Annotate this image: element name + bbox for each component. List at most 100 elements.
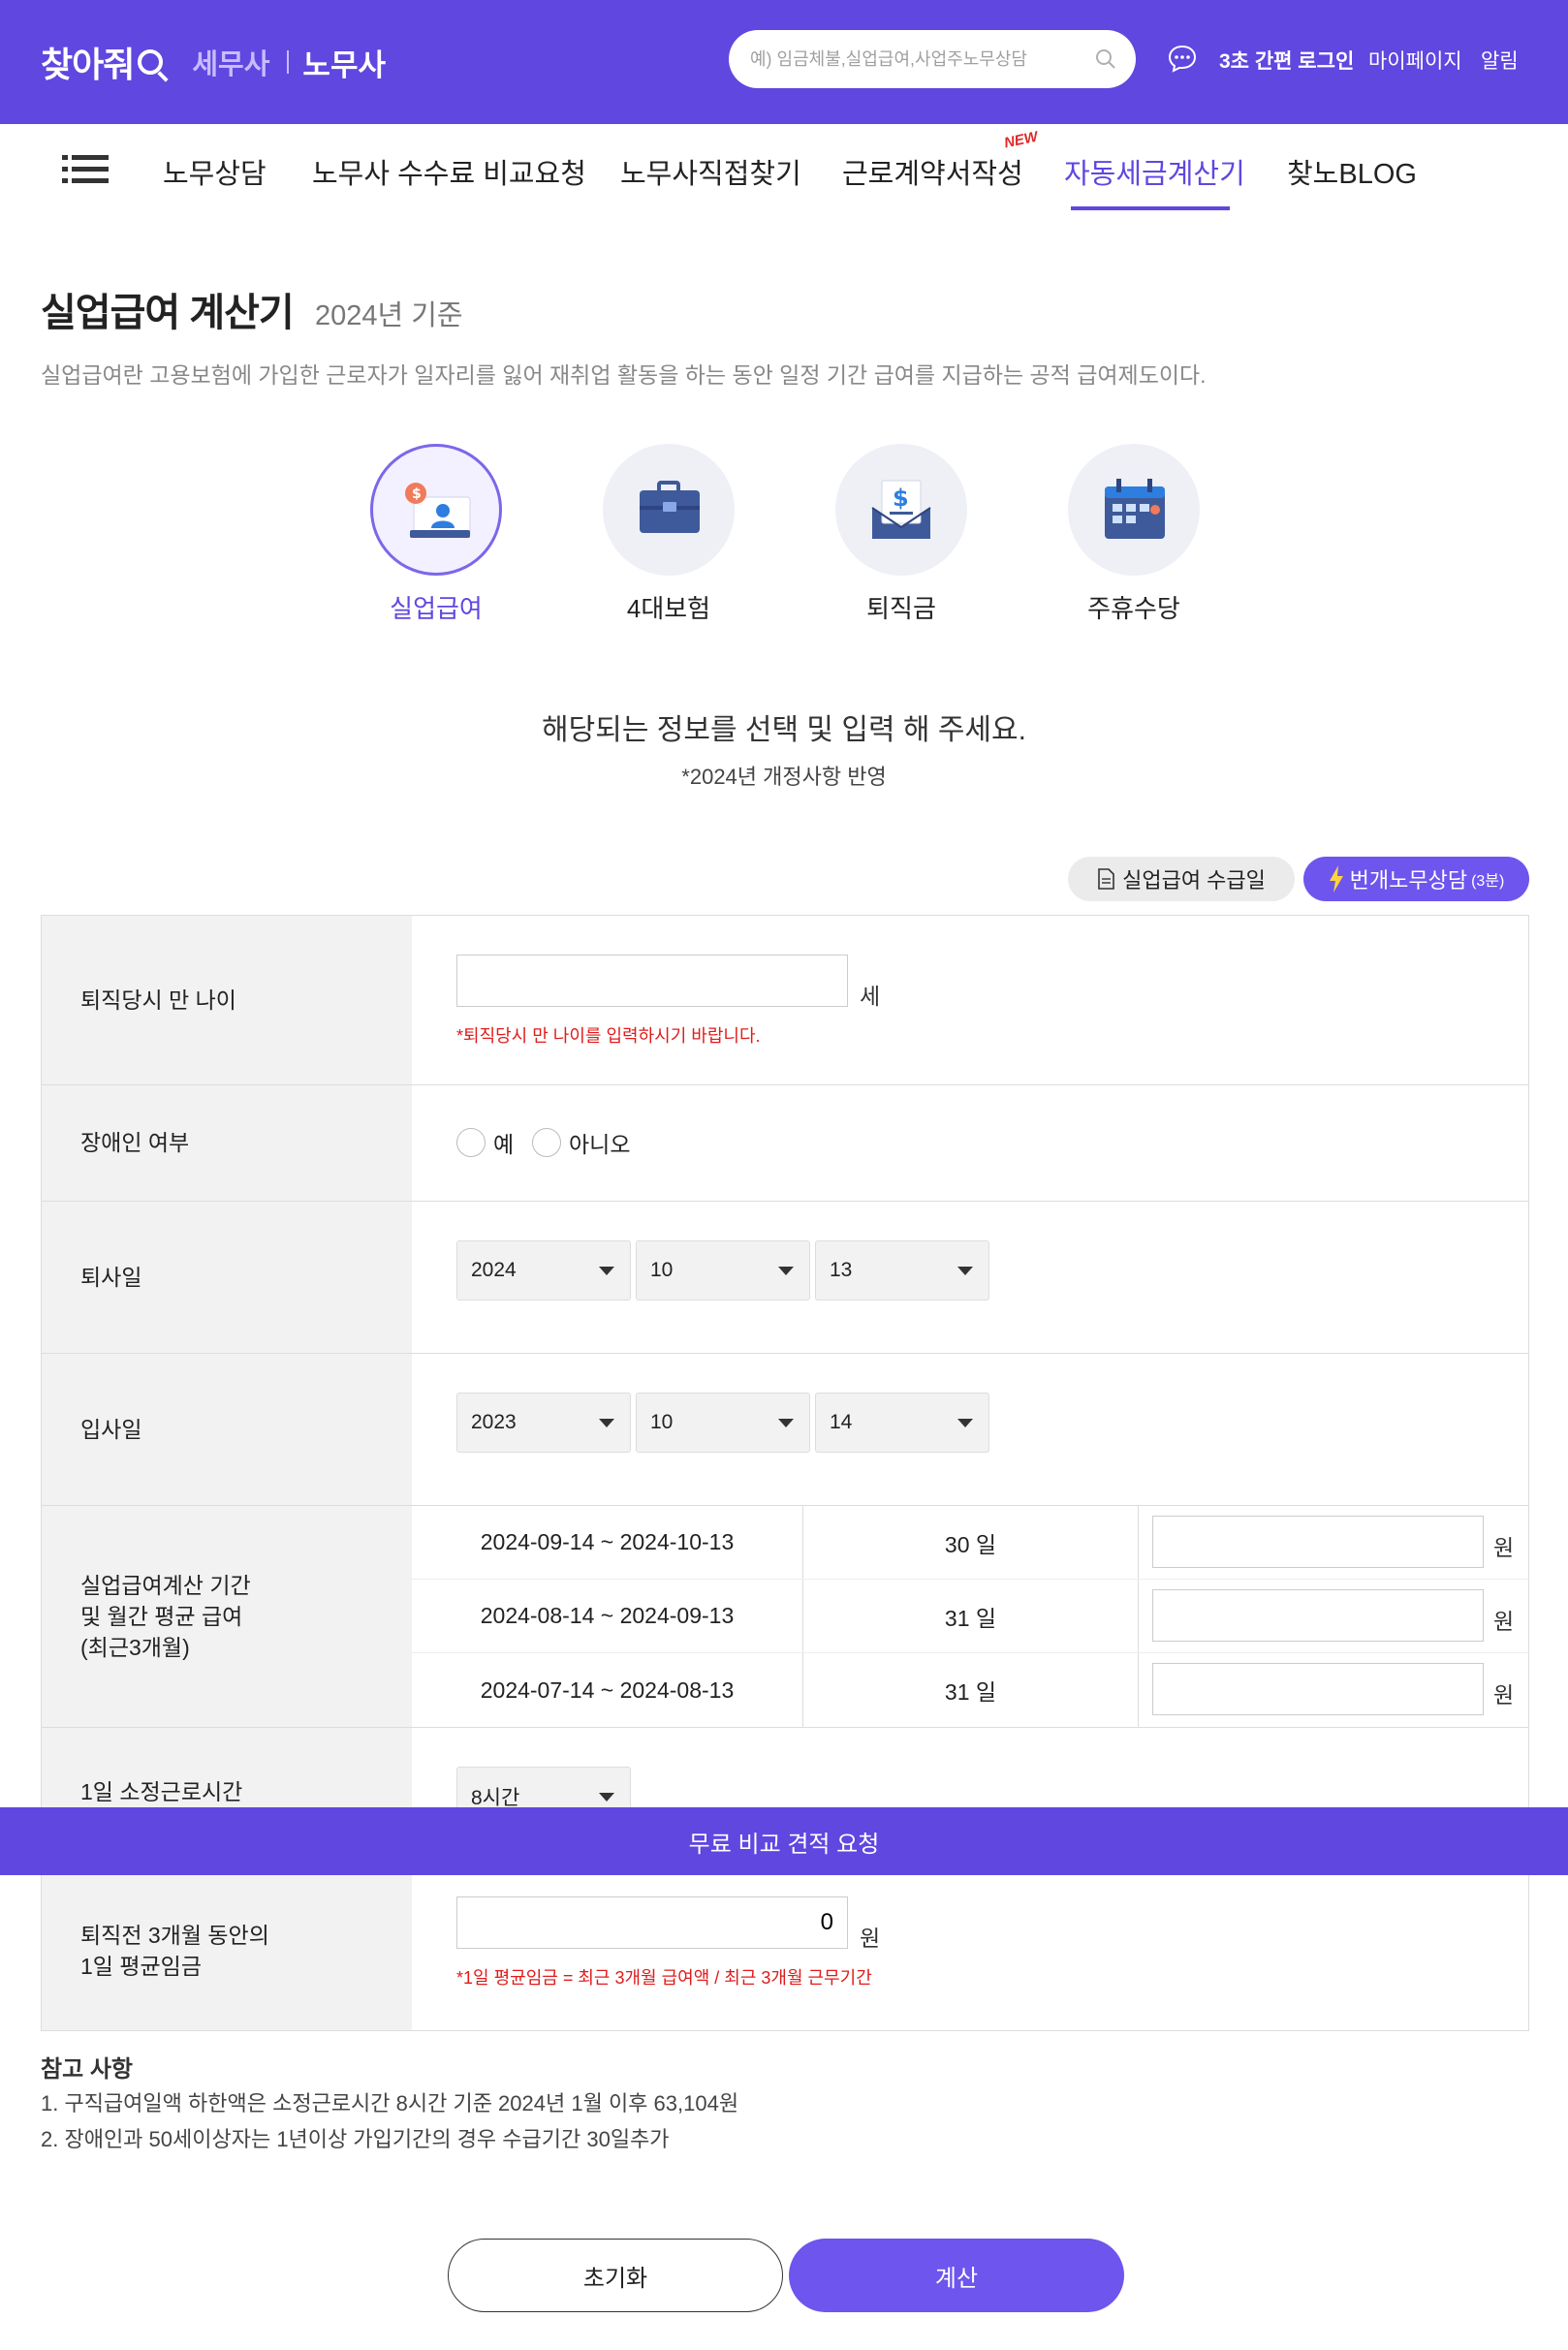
period-amount-input[interactable] <box>1152 1663 1484 1715</box>
calc-tab-circle <box>1068 444 1200 576</box>
logo[interactable]: 찾아줘 세무사 노무사 <box>41 37 386 87</box>
join-day-select[interactable]: 14 <box>815 1393 989 1453</box>
select-value: 14 <box>830 1411 853 1433</box>
logo-labor-link[interactable]: 노무사 <box>302 41 386 84</box>
notes-title: 참고 사항 <box>41 2056 133 2083</box>
calc-tab-circle: $ <box>370 444 502 576</box>
mypage-link[interactable]: 마이페이지 <box>1368 46 1462 75</box>
join-month-select[interactable]: 10 <box>636 1393 810 1453</box>
radio-circle <box>532 1128 561 1157</box>
period-label: 실업급여계산 기간 및 월간 평균 급여 (최근3개월) <box>42 1506 412 1727</box>
disabled-no-radio[interactable]: 아니오 <box>532 1126 630 1159</box>
svg-text:$: $ <box>412 486 422 502</box>
nav-active-indicator <box>1071 206 1230 210</box>
search-input[interactable] <box>750 44 1070 75</box>
age-error: *퇴직당시 만 나이를 입력하시기 바랍니다. <box>456 1026 761 1046</box>
avg-wage-input[interactable] <box>456 1896 848 1949</box>
join-date-row: 입사일 2023 10 14 <box>42 1354 1528 1506</box>
quick-consult-button[interactable]: 번개노무상담 (3분) <box>1303 857 1529 901</box>
calc-tab-unemployment[interactable]: $ 실업급여 <box>368 444 504 625</box>
leave-day-select[interactable]: 13 <box>815 1240 989 1300</box>
chevron-down-icon <box>957 1419 973 1427</box>
new-badge: NEW <box>1002 128 1040 152</box>
free-quote-banner[interactable]: 무료 비교 견적 요청 <box>0 1807 1568 1875</box>
calc-tab-circle: $ <box>835 444 967 576</box>
pay-date-label: 실업급여 수급일 <box>1122 868 1266 893</box>
logo-main: 찾아줘 <box>41 45 135 84</box>
select-value: 10 <box>650 1259 674 1281</box>
svg-text:$: $ <box>893 485 909 512</box>
period-days: 30 일 <box>803 1506 1139 1579</box>
main-nav: 노무상담 노무사 수수료 비교요청 노무사직접찾기 근로계약서작성 NEW 자동… <box>0 124 1568 213</box>
search-box <box>729 30 1136 88</box>
avg-wage-label-line1: 퇴직전 3개월 동안의 <box>80 1922 269 1948</box>
logo-tax-link[interactable]: 세무사 <box>192 42 269 82</box>
menu-icon[interactable] <box>62 153 109 186</box>
chevron-down-icon <box>599 1267 614 1275</box>
calc-tab-insurance[interactable]: 4대보험 <box>601 444 737 625</box>
nav-fee-compare[interactable]: 노무사 수수료 비교요청 <box>312 151 586 192</box>
period-range: 2024-08-14 ~ 2024-09-13 <box>412 1580 803 1652</box>
select-value: 10 <box>650 1411 674 1433</box>
nav-blog[interactable]: 찾노BLOG <box>1287 151 1417 192</box>
age-label: 퇴직당시 만 나이 <box>42 916 412 1084</box>
select-value: 2024 <box>471 1259 517 1281</box>
disabled-yes-radio[interactable]: 예 <box>456 1126 514 1159</box>
logo-search-icon <box>138 49 164 75</box>
chevron-down-icon <box>778 1419 794 1427</box>
avg-wage-label: 퇴직전 3개월 동안의 1일 평균임금 <box>42 1871 412 2030</box>
avg-wage-label-line2: 1일 평균임금 <box>80 1954 202 1979</box>
period-amount-input[interactable] <box>1152 1516 1484 1568</box>
page-description: 실업급여란 고용보험에 가입한 근로자가 일자리를 잃어 재취업 활동을 하는 … <box>41 362 1207 388</box>
calculate-button[interactable]: 계산 <box>789 2239 1124 2312</box>
period-label-line3: (최근3개월) <box>80 1635 190 1661</box>
envelope-dollar-icon: $ <box>871 480 931 539</box>
lightning-icon <box>1329 865 1343 893</box>
avg-wage-row: 퇴직전 3개월 동안의 1일 평균임금 원 *1일 평균임금 = 최근 3개월 … <box>42 1871 1528 2031</box>
reset-button[interactable]: 초기화 <box>448 2239 783 2312</box>
chat-icon[interactable] <box>1167 44 1198 73</box>
quick-login-link[interactable]: 3초 간편 로그인 <box>1219 46 1354 75</box>
age-input[interactable] <box>456 955 848 1007</box>
nav-labor-consult[interactable]: 노무상담 <box>163 151 267 192</box>
briefcase-icon <box>640 481 700 533</box>
quick-consult-label: 번개노무상담 <box>1349 868 1468 893</box>
calendar-icon <box>1105 479 1165 539</box>
calc-tab-weekly-allowance[interactable]: 주휴수당 <box>1066 444 1202 625</box>
join-year-select[interactable]: 2023 <box>456 1393 631 1453</box>
leave-year-select[interactable]: 2024 <box>456 1240 631 1300</box>
page-title-sub: 2024년 기준 <box>315 300 463 331</box>
radio-label: 아니오 <box>569 1132 631 1157</box>
nav-tax-calculator[interactable]: 자동세금계산기 <box>1064 151 1245 192</box>
amount-unit: 원 <box>1493 1535 1515 1560</box>
unemployment-icon: $ <box>405 483 471 538</box>
notes-item: 2. 장애인과 50세이상자는 1년이상 가입기간의 경우 수급기간 30일추가 <box>41 2127 670 2151</box>
amount-unit: 원 <box>1493 1682 1515 1708</box>
top-header: 찾아줘 세무사 노무사 3초 간편 로그인 마이페이지 알림 <box>0 0 1568 124</box>
age-unit: 세 <box>860 984 881 1009</box>
chevron-down-icon <box>599 1419 614 1427</box>
guide-text: 해당되는 정보를 선택 및 입력 해 주세요. <box>542 714 1026 746</box>
chevron-down-icon <box>957 1267 973 1275</box>
period-label-line1: 실업급여계산 기간 <box>80 1572 251 1598</box>
period-row: 실업급여계산 기간 및 월간 평균 급여 (최근3개월) 2024-09-14 … <box>42 1506 1530 1728</box>
calc-tab-label: 실업급여 <box>390 594 483 623</box>
calc-tab-label: 주휴수당 <box>1087 594 1180 623</box>
leave-date-label: 퇴사일 <box>42 1202 412 1353</box>
leave-month-select[interactable]: 10 <box>636 1240 810 1300</box>
period-days: 31 일 <box>803 1580 1139 1652</box>
guide-subtext: *2024년 개정사항 반영 <box>681 765 887 789</box>
period-month-row: 2024-07-14 ~ 2024-08-13 31 일 원 <box>412 1653 1530 1727</box>
chevron-down-icon <box>778 1267 794 1275</box>
nav-contract[interactable]: 근로계약서작성 <box>842 151 1023 192</box>
logo-divider <box>287 50 290 74</box>
pay-date-button[interactable]: 실업급여 수급일 <box>1068 857 1295 901</box>
disabled-row: 장애인 여부 예 아니오 <box>42 1085 1528 1202</box>
period-amount-input[interactable] <box>1152 1589 1484 1642</box>
select-value: 13 <box>830 1259 853 1281</box>
nav-find-labor[interactable]: 노무사직접찾기 <box>620 151 801 192</box>
alarm-link[interactable]: 알림 <box>1481 46 1519 75</box>
search-icon[interactable] <box>1095 48 1116 70</box>
period-label-line2: 및 월간 평균 급여 <box>80 1603 243 1629</box>
calc-tab-severance[interactable]: $ 퇴직금 <box>833 444 969 625</box>
